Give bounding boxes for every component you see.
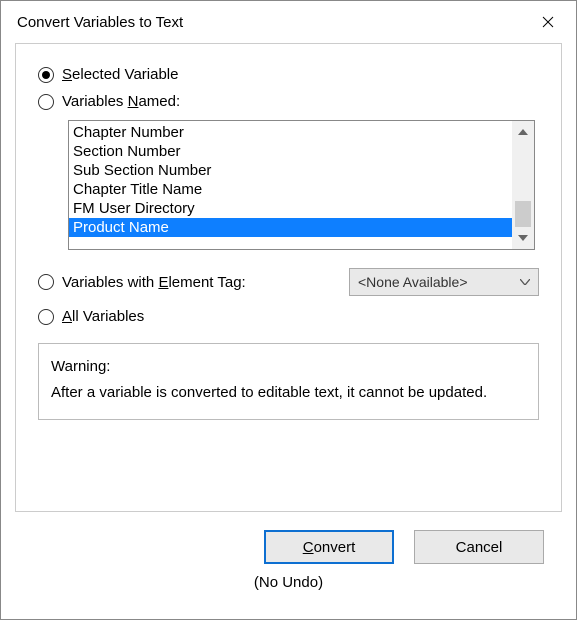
radio-icon	[38, 309, 54, 325]
button-row: Convert Cancel	[15, 512, 562, 570]
option-element-tag-row: Variables with Element Tag: <None Availa…	[38, 268, 539, 296]
cancel-button[interactable]: Cancel	[414, 530, 544, 564]
convert-button[interactable]: Convert	[264, 530, 394, 564]
warning-heading: Warning:	[51, 354, 526, 380]
radio-icon	[38, 94, 54, 110]
option-all-variables[interactable]: All Variables	[38, 308, 539, 325]
window-title: Convert Variables to Text	[17, 14, 183, 31]
option-variables-named[interactable]: Variables Named:	[38, 93, 539, 110]
scroll-track[interactable]	[512, 141, 534, 229]
warning-box: Warning: After a variable is converted t…	[38, 343, 539, 420]
option-label: Selected Variable	[62, 66, 178, 83]
close-button[interactable]	[530, 7, 566, 37]
titlebar: Convert Variables to Text	[1, 1, 576, 43]
option-label: Variables with Element Tag:	[62, 274, 246, 291]
button-label: Cancel	[456, 539, 503, 556]
radio-icon	[38, 67, 54, 83]
list-item[interactable]: Chapter Title Name	[69, 180, 512, 199]
dialog-content: Selected Variable Variables Named: Chapt…	[1, 43, 576, 619]
list-item[interactable]: Product Name	[69, 218, 512, 237]
dropdown-value: <None Available>	[358, 274, 468, 290]
list-item[interactable]: Chapter Number	[69, 123, 512, 142]
option-element-tag[interactable]: Variables with Element Tag:	[38, 274, 246, 291]
list-item[interactable]: Sub Section Number	[69, 161, 512, 180]
button-label: Convert	[303, 539, 356, 556]
scroll-thumb[interactable]	[515, 201, 531, 227]
element-tag-dropdown[interactable]: <None Available>	[349, 268, 539, 296]
scroll-up-icon[interactable]	[514, 123, 532, 141]
option-label: All Variables	[62, 308, 144, 325]
radio-icon	[38, 274, 54, 290]
option-label: Variables Named:	[62, 93, 180, 110]
chevron-down-icon	[520, 276, 530, 288]
warning-body: After a variable is converted to editabl…	[51, 380, 526, 406]
close-icon	[542, 16, 554, 28]
list-item[interactable]: Section Number	[69, 142, 512, 161]
options-panel: Selected Variable Variables Named: Chapt…	[15, 43, 562, 512]
scrollbar[interactable]	[512, 121, 534, 249]
variables-listbox[interactable]: Chapter NumberSection NumberSub Section …	[68, 120, 535, 250]
list-item[interactable]: FM User Directory	[69, 199, 512, 218]
no-undo-label: (No Undo)	[15, 570, 562, 605]
option-selected-variable[interactable]: Selected Variable	[38, 66, 539, 83]
scroll-down-icon[interactable]	[514, 229, 532, 247]
listbox-items[interactable]: Chapter NumberSection NumberSub Section …	[69, 121, 512, 249]
